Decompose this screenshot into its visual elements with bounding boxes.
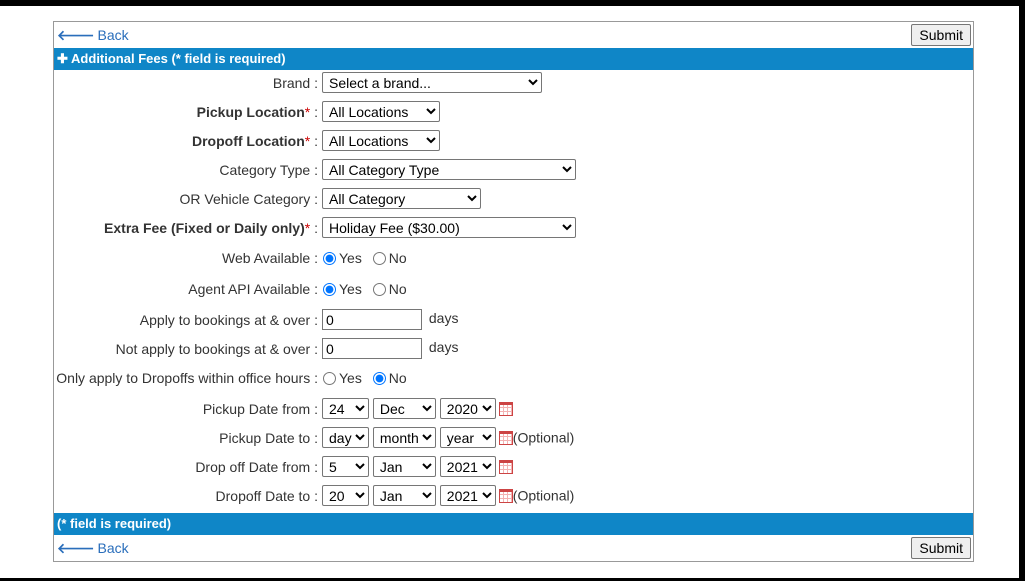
web-available-yes-radio[interactable] <box>323 252 336 266</box>
dropoff-from-day-select[interactable]: 5 <box>322 456 369 477</box>
pickup-from-month-select[interactable]: Dec <box>372 398 436 419</box>
pickup-location-select[interactable]: All Locations <box>322 101 440 122</box>
back-arrow-icon: 🡐 <box>57 27 95 43</box>
dropoff-date-from-row: Drop off Date from : 5 Jan 2021 <box>54 456 973 480</box>
calendar-icon[interactable] <box>498 401 513 416</box>
dropoff-location-select[interactable]: All Locations <box>322 130 440 151</box>
web-available-no[interactable]: No <box>372 250 407 266</box>
not-apply-days-row: Not apply to bookings at & over : days <box>54 338 973 362</box>
brand-row: Brand : Select a brand... <box>54 72 973 96</box>
office-hours-row: Only apply to Dropoffs within office hou… <box>54 367 973 391</box>
category-type-label: Category Type : <box>219 162 318 178</box>
agent-api-no[interactable]: No <box>372 281 407 297</box>
web-available-label: Web Available : <box>222 250 318 266</box>
submit-button[interactable]: Submit <box>911 537 971 559</box>
web-available-row: Web Available : Yes No <box>54 247 973 271</box>
not-apply-days-input[interactable] <box>322 338 422 359</box>
office-hours-yes[interactable]: Yes <box>322 370 362 386</box>
back-link[interactable]: 🡐 Back <box>57 27 129 43</box>
calendar-icon[interactable] <box>498 459 513 474</box>
not-apply-days-label: Not apply to bookings at & over : <box>115 341 318 357</box>
dropoff-date-to-label: Dropoff Date to : <box>215 488 318 504</box>
apply-days-unit: days <box>428 310 459 327</box>
dropoff-to-month-select[interactable]: Jan <box>372 485 436 506</box>
pickup-to-day-select[interactable]: day <box>322 427 369 448</box>
office-hours-label: Only apply to Dropoffs within office hou… <box>56 370 318 386</box>
web-available-no-radio[interactable] <box>372 252 386 266</box>
back-link[interactable]: 🡐 Back <box>57 540 129 556</box>
vehicle-category-label: OR Vehicle Category : <box>179 191 318 207</box>
brand-label: Brand : <box>272 75 318 91</box>
plus-icon: ✚ <box>57 51 68 66</box>
pickup-date-from-label: Pickup Date from : <box>202 401 318 417</box>
pickup-date-to-label: Pickup Date to : <box>219 430 318 446</box>
category-type-row: Category Type : All Category Type <box>54 159 973 183</box>
pickup-date-to-row: Pickup Date to : day month year (Optional… <box>54 427 973 451</box>
pickup-location-row: Pickup Location* : All Locations <box>54 101 973 125</box>
office-hours-no-radio[interactable] <box>372 372 386 386</box>
dropoff-location-label: Dropoff Location* : <box>192 133 318 149</box>
back-arrow-icon: 🡐 <box>57 540 95 556</box>
pickup-from-day-select[interactable]: 24 <box>322 398 369 419</box>
not-apply-days-unit: days <box>428 339 459 356</box>
section-title: Additional Fees (* field is required) <box>71 51 286 66</box>
calendar-icon[interactable] <box>498 488 513 503</box>
footer-note-bar: (* field is required) <box>54 513 973 535</box>
pickup-from-year-select[interactable]: 2020 <box>439 398 496 419</box>
web-available-yes[interactable]: Yes <box>322 250 362 266</box>
dropoff-to-day-select[interactable]: 20 <box>322 485 369 506</box>
dropoff-from-month-select[interactable]: Jan <box>372 456 436 477</box>
extra-fee-select[interactable]: Holiday Fee ($30.00) <box>322 217 576 238</box>
brand-select[interactable]: Select a brand... <box>322 72 542 93</box>
additional-fees-panel: 🡐 Back Submit ✚ Additional Fees (* field … <box>53 21 974 562</box>
top-toolbar: 🡐 Back Submit <box>54 22 973 48</box>
pickup-to-month-select[interactable]: month <box>372 427 436 448</box>
window-top-border <box>0 0 1025 6</box>
agent-api-no-radio[interactable] <box>372 283 386 297</box>
optional-note: (Optional) <box>512 429 575 446</box>
window-right-border <box>1019 0 1025 581</box>
apply-days-input[interactable] <box>322 309 422 330</box>
apply-days-row: Apply to bookings at & over : days <box>54 309 973 333</box>
office-hours-no[interactable]: No <box>372 370 407 386</box>
category-type-select[interactable]: All Category Type <box>322 159 576 180</box>
extra-fee-label: Extra Fee (Fixed or Daily only)* : <box>104 220 318 236</box>
agent-api-label: Agent API Available : <box>188 281 318 297</box>
apply-days-label: Apply to bookings at & over : <box>139 312 318 328</box>
section-header[interactable]: ✚ Additional Fees (* field is required) <box>54 48 973 70</box>
bottom-toolbar: 🡐 Back Submit <box>54 535 973 561</box>
pickup-location-label: Pickup Location* : <box>196 104 318 120</box>
agent-api-yes-radio[interactable] <box>323 283 336 297</box>
vehicle-category-row: OR Vehicle Category : All Category <box>54 188 973 212</box>
back-label: Back <box>97 540 129 556</box>
dropoff-to-year-select[interactable]: 2021 <box>439 485 496 506</box>
pickup-date-from-row: Pickup Date from : 24 Dec 2020 <box>54 398 973 422</box>
footer-note: (* field is required) <box>57 516 172 531</box>
calendar-icon[interactable] <box>498 430 513 445</box>
optional-note: (Optional) <box>512 487 575 504</box>
dropoff-location-row: Dropoff Location* : All Locations <box>54 130 973 154</box>
agent-api-yes[interactable]: Yes <box>322 281 362 297</box>
office-hours-yes-radio[interactable] <box>323 372 336 386</box>
back-label: Back <box>97 27 129 43</box>
dropoff-from-year-select[interactable]: 2021 <box>439 456 496 477</box>
extra-fee-row: Extra Fee (Fixed or Daily only)* : Holid… <box>54 217 973 241</box>
vehicle-category-select[interactable]: All Category <box>322 188 481 209</box>
submit-button[interactable]: Submit <box>911 24 971 46</box>
agent-api-row: Agent API Available : Yes No <box>54 278 973 302</box>
dropoff-date-to-row: Dropoff Date to : 20 Jan 2021 (Optional) <box>54 485 973 509</box>
dropoff-date-from-label: Drop off Date from : <box>195 459 318 475</box>
pickup-to-year-select[interactable]: year <box>439 427 496 448</box>
